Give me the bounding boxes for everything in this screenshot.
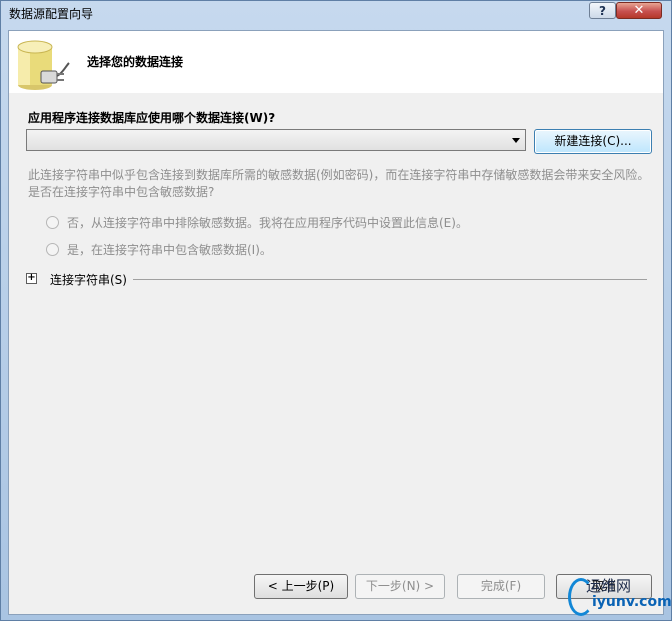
chevron-down-icon [512, 138, 520, 143]
page-title: 选择您的数据连接 [87, 55, 184, 69]
connection-string-label[interactable]: 连接字符串(S) [50, 271, 127, 288]
watermark-text-cn: 运维网 [586, 577, 632, 595]
exclude-sensitive-option[interactable]: 否，从连接字符串中排除敏感数据。我将在应用程序代码中设置此信息(E)。 [46, 214, 468, 231]
new-connection-button[interactable]: 新建连接(C)... [534, 129, 652, 154]
database-plug-icon [17, 40, 70, 90]
radio-exclude[interactable] [46, 216, 59, 229]
connection-dropdown[interactable] [26, 129, 526, 151]
include-sensitive-label: 是，在连接字符串中包含敏感数据(I)。 [67, 243, 272, 257]
expand-plus-icon[interactable]: + [26, 273, 37, 284]
section-divider [133, 279, 647, 280]
help-button[interactable]: ? [589, 2, 616, 19]
window-title: 数据源配置向导 [9, 7, 94, 21]
title-bar: 数据源配置向导 ? ✕ [1, 1, 671, 25]
exclude-sensitive-label: 否，从连接字符串中排除敏感数据。我将在应用程序代码中设置此信息(E)。 [67, 216, 468, 230]
sensitive-data-warning: 此连接字符串中似乎包含连接到数据库所需的敏感数据(例如密码)，而在连接字符串中存… [28, 168, 650, 199]
back-button[interactable]: < 上一步(P) [254, 574, 348, 599]
wizard-window: 数据源配置向导 ? ✕ 选择您的数据连接 应用程序连接数据库应使用哪个数据连接(… [0, 0, 672, 621]
site-watermark: 运维网 iyunv.com [566, 574, 672, 620]
wizard-client-area: 选择您的数据连接 应用程序连接数据库应使用哪个数据连接(W)? 新建连接(C).… [8, 30, 664, 615]
connection-question: 应用程序连接数据库应使用哪个数据连接(W)? [28, 111, 276, 125]
include-sensitive-option[interactable]: 是，在连接字符串中包含敏感数据(I)。 [46, 241, 272, 258]
finish-button[interactable]: 完成(F) [457, 574, 545, 599]
radio-include[interactable] [46, 243, 59, 256]
wizard-header: 选择您的数据连接 [9, 31, 663, 93]
watermark-text-url: iyunv.com [592, 594, 672, 610]
next-button[interactable]: 下一步(N) > [355, 574, 445, 599]
close-button[interactable]: ✕ [616, 2, 662, 19]
